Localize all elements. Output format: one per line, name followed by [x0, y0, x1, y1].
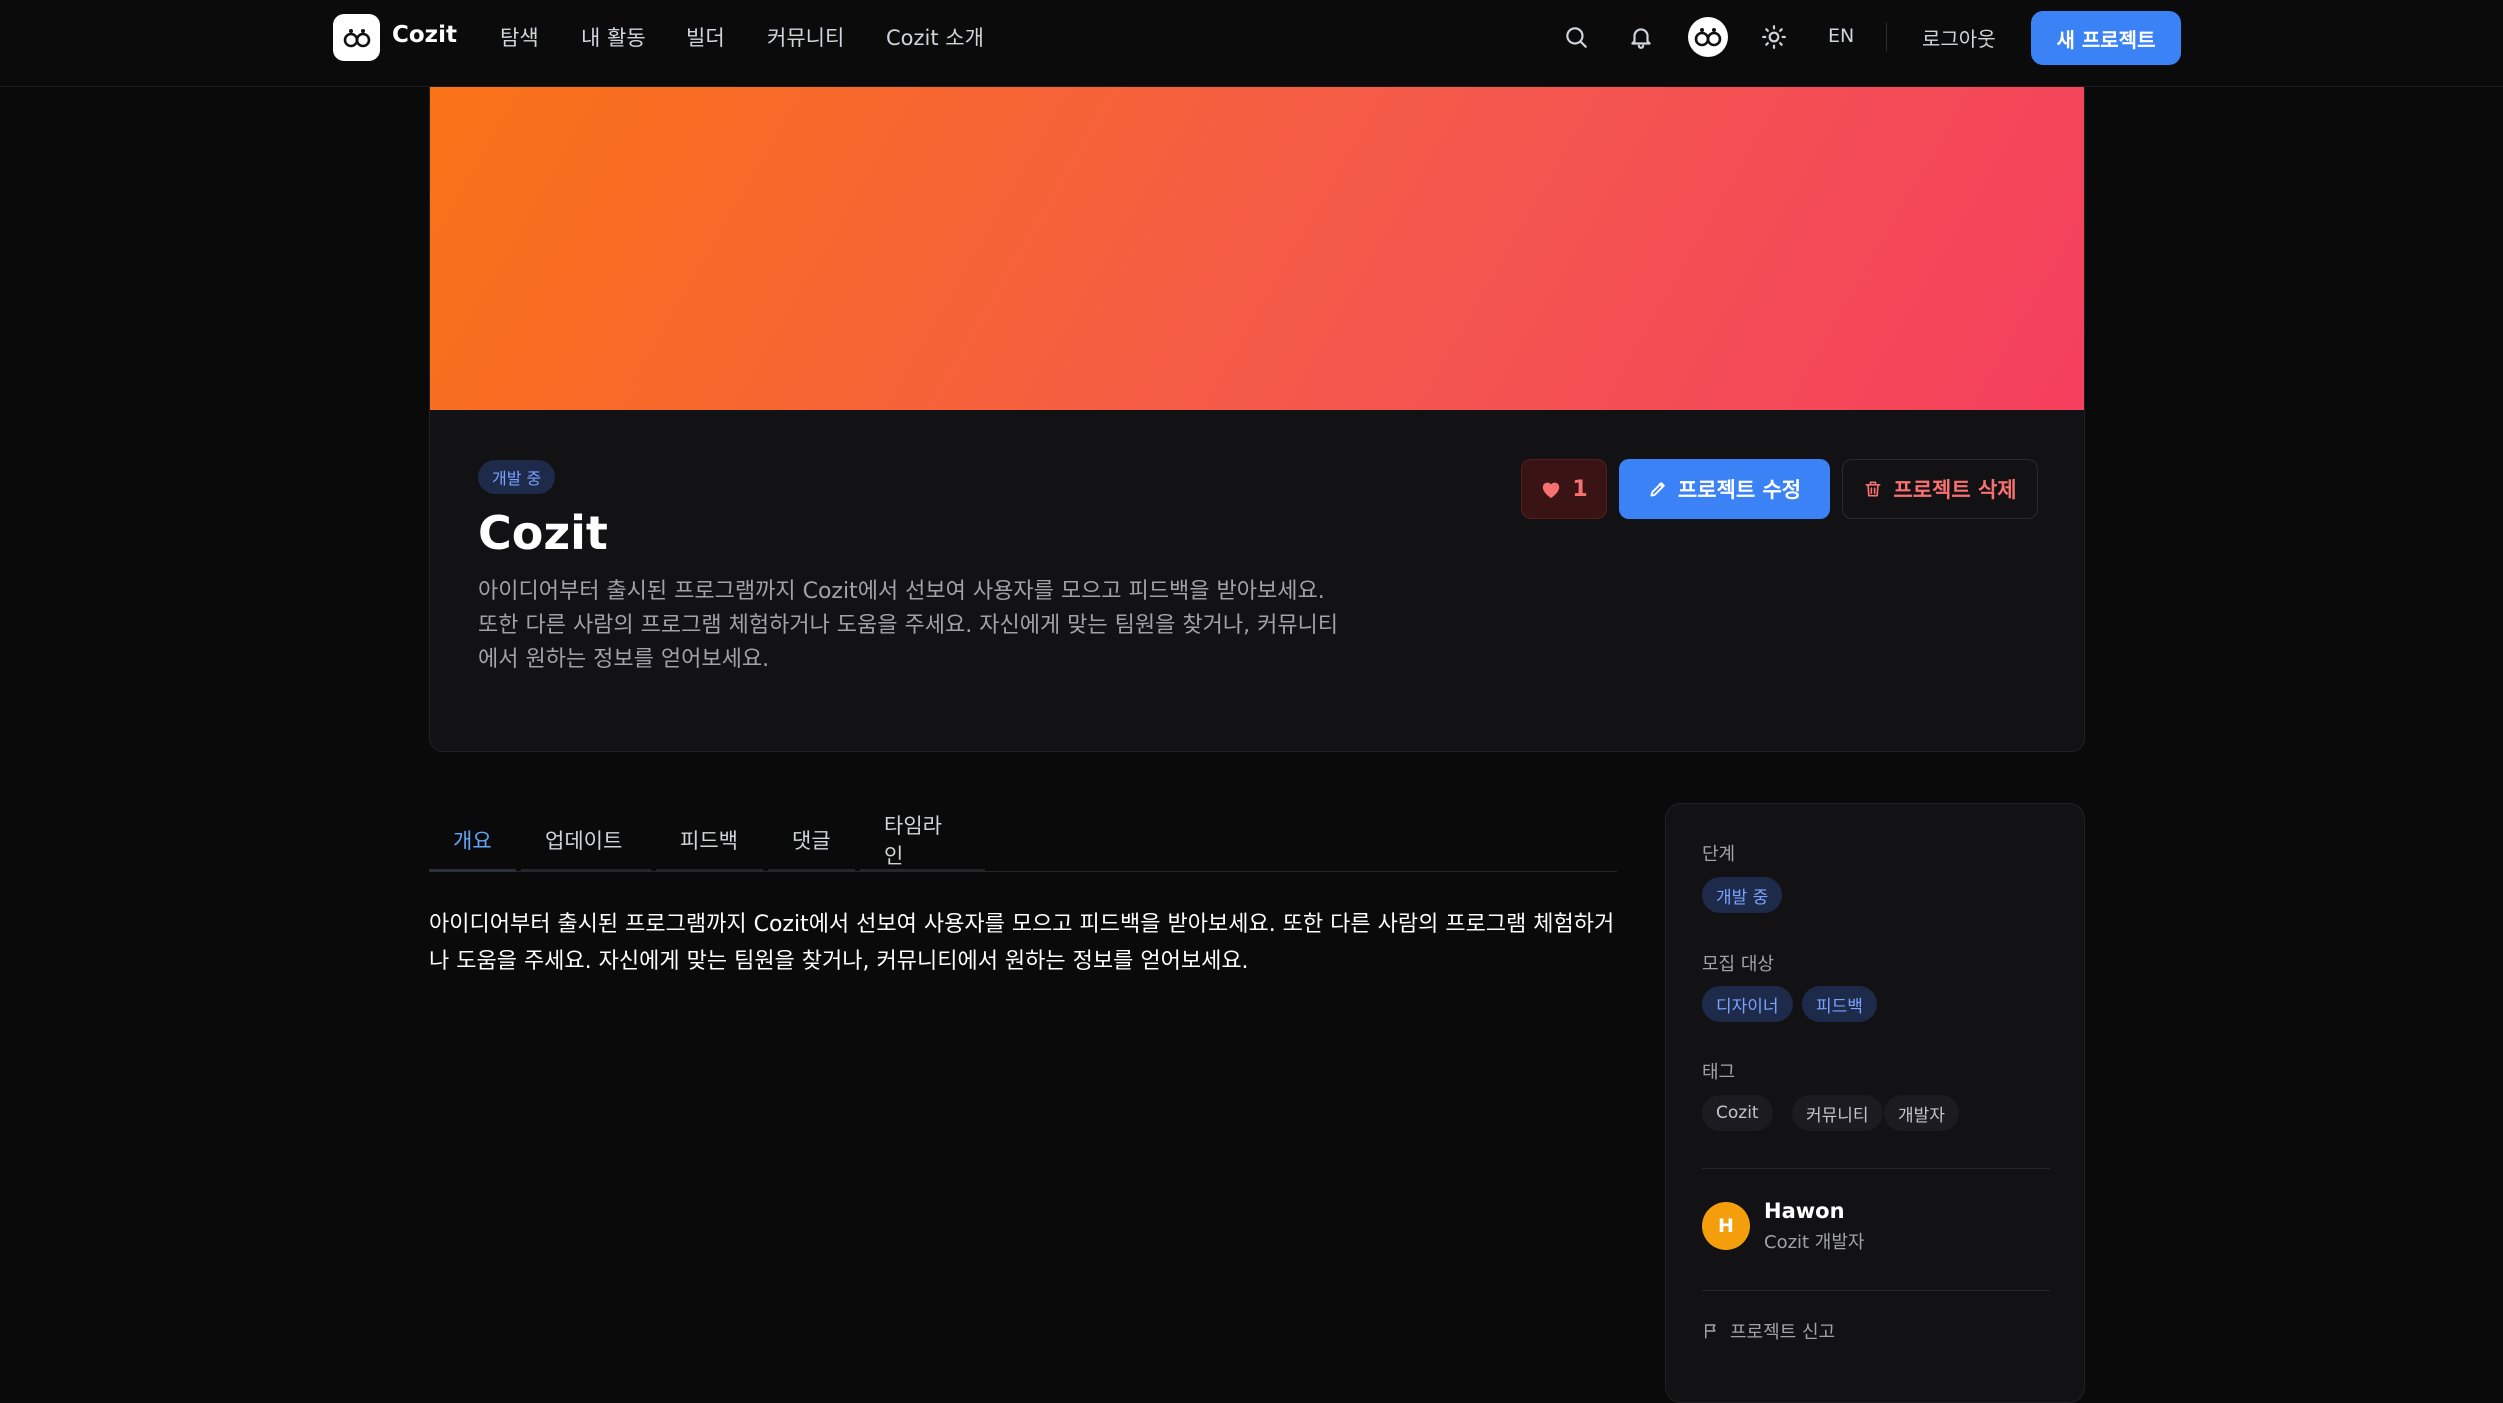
project-title: Cozit	[478, 506, 608, 560]
project-banner	[430, 81, 2084, 410]
owner-role: Cozit 개발자	[1764, 1232, 1865, 1253]
logout-link[interactable]: 로그아웃	[1922, 23, 1996, 52]
profile-avatar[interactable]	[1688, 17, 1728, 57]
stage-badge: 개발 중	[1702, 877, 1783, 913]
edit-project-button[interactable]: 프로젝트 수정	[1619, 459, 1830, 519]
header-divider	[1886, 22, 1887, 52]
tab-comments[interactable]: 댓글	[768, 810, 855, 872]
like-count: 1	[1572, 476, 1588, 502]
language-toggle[interactable]: EN	[1828, 25, 1854, 47]
like-button[interactable]: 1	[1521, 459, 1607, 519]
tag-community[interactable]: 커뮤니티	[1792, 1095, 1883, 1131]
nav-my-activity[interactable]: 내 활동	[581, 22, 646, 52]
flag-icon	[1705, 1324, 1716, 1339]
status-badge: 개발 중	[478, 460, 556, 494]
search-icon[interactable]	[1559, 20, 1593, 54]
heart-icon	[1543, 482, 1560, 499]
nav-about[interactable]: Cozit 소개	[886, 22, 984, 52]
pencil-icon	[1650, 482, 1665, 497]
tab-updates[interactable]: 업데이트	[521, 810, 651, 872]
owner-avatar[interactable]: H	[1702, 1202, 1750, 1250]
bell-icon[interactable]	[1624, 20, 1658, 54]
tab-feedback[interactable]: 피드백	[656, 810, 763, 872]
tag-cozit[interactable]: Cozit	[1702, 1095, 1773, 1131]
project-description: 아이디어부터 출시된 프로그램까지 Cozit에서 선보여 사용자를 모으고 피…	[478, 579, 1339, 672]
recruit-badge-feedback: 피드백	[1802, 986, 1877, 1022]
top-navbar: Cozit 탐색 내 활동 빌더 커뮤니티 Cozit 소개 EN 로그아웃 새…	[0, 0, 2503, 87]
delete-project-label: 프로젝트 삭제	[1893, 478, 2017, 502]
logo-text[interactable]: Cozit	[392, 22, 457, 48]
sidebar-divider	[1702, 1290, 2050, 1291]
owner-name[interactable]: Hawon	[1764, 1199, 1845, 1223]
sidebar-divider	[1702, 1168, 2050, 1169]
project-info-sidebar: 단계 개발 중 모집 대상 디자이너 피드백 태그 Cozit 커뮤니티 개발자…	[1665, 803, 2085, 1403]
stage-label: 단계	[1702, 844, 1736, 865]
overview-content: 아이디어부터 출시된 프로그램까지 Cozit에서 선보여 사용자를 모으고 피…	[429, 912, 1615, 974]
project-hero-card: 개발 중 Cozit 아이디어부터 출시된 프로그램까지 Cozit에서 선보여…	[429, 80, 2085, 752]
recruit-badge-designer: 디자이너	[1702, 986, 1793, 1022]
delete-project-button[interactable]: 프로젝트 삭제	[1842, 459, 2038, 519]
cozit-logo-icon[interactable]	[333, 14, 380, 61]
tag-developer[interactable]: 개발자	[1884, 1095, 1959, 1131]
nav-community[interactable]: 커뮤니티	[767, 22, 844, 52]
sun-icon[interactable]	[1757, 20, 1791, 54]
trash-icon	[1865, 481, 1881, 497]
edit-project-label: 프로젝트 수정	[1677, 478, 1802, 502]
tab-overview[interactable]: 개요	[429, 810, 516, 872]
tab-timeline[interactable]: 타임라인	[860, 810, 985, 872]
nav-builder[interactable]: 빌더	[686, 22, 725, 52]
tags-label: 태그	[1702, 1062, 1736, 1083]
project-tabs: 개요 업데이트 피드백 댓글 타임라인	[429, 810, 1617, 872]
new-project-button[interactable]: 새 프로젝트	[2031, 11, 2181, 65]
report-label: 프로젝트 신고	[1730, 1322, 1836, 1343]
recruit-label: 모집 대상	[1702, 954, 1774, 975]
nav-explore[interactable]: 탐색	[500, 22, 539, 52]
report-project-link[interactable]: 프로젝트 신고	[1702, 1318, 1835, 1344]
